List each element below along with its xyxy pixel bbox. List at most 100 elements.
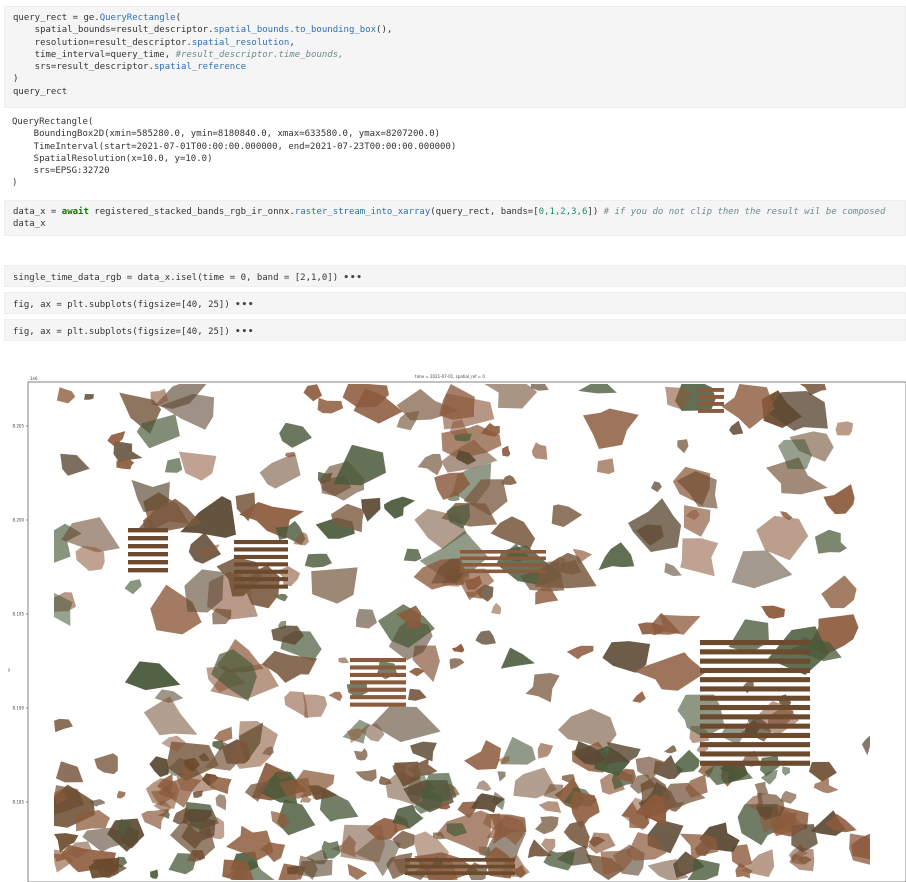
- land-patch: [338, 657, 350, 664]
- land-patch: [449, 658, 465, 670]
- land-patch: [500, 647, 535, 669]
- land-patch: [532, 442, 548, 460]
- land-patch: [354, 748, 368, 761]
- land-patch: [215, 794, 227, 811]
- land-patch: [464, 740, 501, 770]
- land-patch: [538, 801, 562, 813]
- land-patch: [355, 769, 377, 782]
- land-patch: [754, 781, 769, 796]
- land-patch: [149, 756, 169, 778]
- plot-title: time = 2021-07-01, spatial_ref = 0: [415, 374, 485, 379]
- land-patch: [563, 820, 590, 849]
- land-patch: [861, 735, 870, 756]
- land-patch: [632, 691, 646, 703]
- land-patch: [60, 453, 90, 476]
- striped-field: [350, 658, 406, 707]
- land-patch: [75, 809, 110, 832]
- plot-output: 1e6 time = 2021-07-01, spatial_ref = 0 y…: [0, 368, 906, 882]
- code-line: fig, ax = plt.subplots(figsize=[40, 25]): [13, 300, 230, 310]
- land-patch: [598, 542, 635, 571]
- code-line: query_rect = ge.QueryRectangle(: [13, 13, 181, 23]
- land-patch: [663, 745, 677, 754]
- land-patch: [680, 538, 719, 577]
- land-patch: [814, 529, 847, 554]
- collapsed-cell-subplots-1[interactable]: fig, ax = plt.subplots(figsize=[40, 25])…: [4, 292, 906, 314]
- land-patch: [150, 869, 159, 879]
- land-patch: [378, 776, 392, 786]
- code-cell-data-x[interactable]: data_x = await registered_stacked_bands_…: [4, 200, 906, 236]
- code-line: fig, ax = plt.subplots(figsize=[40, 25]): [13, 327, 230, 337]
- land-patch: [849, 833, 870, 865]
- land-patch: [124, 661, 181, 691]
- land-patch: [347, 863, 368, 880]
- output-line: ): [12, 178, 18, 189]
- code-line: time_interval=query_time, #result_descri…: [13, 49, 344, 60]
- land-patch: [535, 816, 559, 835]
- land-patch: [537, 742, 554, 759]
- axis-offset-label: 1e6: [30, 376, 38, 381]
- collapsed-cell-rgb-select[interactable]: single_time_data_rgb = data_x.isel(time …: [4, 265, 906, 287]
- output-line: srs=EPSG:32720: [12, 166, 110, 177]
- land-patch: [675, 749, 700, 773]
- land-patch: [490, 516, 536, 550]
- y-ticks: 8.205 8.200 8.195 8.190 8.185: [13, 424, 28, 805]
- land-patch: [651, 481, 662, 493]
- land-patch: [178, 451, 217, 481]
- land-patch: [94, 753, 118, 775]
- code-cell-query-rect[interactable]: query_rect = ge.QueryRectangle( spatial_…: [4, 6, 906, 108]
- land-patch: [484, 384, 538, 409]
- y-tick-label: 8.195: [13, 612, 25, 617]
- land-patch: [823, 484, 855, 515]
- y-axis-label: y: [8, 667, 11, 672]
- land-patch: [525, 673, 560, 703]
- satellite-raster: [54, 384, 870, 880]
- collapsed-cell-subplots-2[interactable]: fig, ax = plt.subplots(figsize=[40, 25])…: [4, 319, 906, 341]
- land-patch: [403, 548, 422, 562]
- land-patch: [141, 808, 170, 830]
- y-tick-label: 8.185: [13, 800, 25, 805]
- land-patch: [728, 619, 769, 654]
- land-patch: [583, 408, 639, 449]
- expand-ellipsis-icon[interactable]: •••: [344, 273, 363, 283]
- land-patch: [704, 764, 753, 786]
- land-patch: [835, 421, 854, 436]
- land-patch: [628, 498, 682, 552]
- expand-ellipsis-icon[interactable]: •••: [235, 300, 254, 310]
- code-line: single_time_data_rgb = data_x.isel(time …: [13, 273, 339, 283]
- output-line: TimeInterval(start=2021-07-01T00:00:00.0…: [12, 141, 457, 152]
- code-line: srs=result_descriptor.spatial_reference: [13, 62, 247, 73]
- land-patch: [356, 608, 377, 629]
- land-patch: [729, 420, 744, 435]
- land-patch: [721, 384, 775, 429]
- land-patch: [407, 688, 427, 701]
- land-patch: [417, 453, 443, 476]
- land-patch: [317, 397, 344, 414]
- y-tick-label: 8.200: [13, 518, 25, 523]
- land-patch: [124, 579, 142, 595]
- cell-output-query-rect: QueryRectangle( BoundingBox2D(xmin=58528…: [4, 111, 906, 197]
- land-patch: [821, 575, 857, 609]
- land-patch: [683, 505, 711, 537]
- land-patch: [588, 832, 616, 854]
- land-patch: [566, 645, 594, 660]
- land-patch: [551, 504, 583, 527]
- code-line: ): [13, 74, 19, 85]
- output-line: BoundingBox2D(xmin=585280.0, ymin=818084…: [12, 129, 441, 140]
- land-patch: [210, 774, 232, 795]
- output-line: SpatialResolution(x=10.0, y=10.0): [12, 153, 213, 164]
- code-line: data_x: [13, 219, 46, 230]
- expand-ellipsis-icon[interactable]: •••: [235, 327, 254, 337]
- land-patch: [304, 553, 332, 568]
- striped-field: [128, 528, 168, 573]
- land-patch: [311, 567, 358, 604]
- land-patch: [491, 602, 502, 615]
- land-patch: [279, 422, 312, 448]
- land-patch: [502, 445, 511, 457]
- land-patch: [328, 691, 343, 702]
- land-patch: [439, 384, 475, 420]
- land-patch: [277, 566, 301, 587]
- land-patch: [117, 790, 126, 799]
- land-patch: [476, 780, 492, 792]
- land-patch: [596, 458, 615, 475]
- land-patch: [497, 771, 506, 782]
